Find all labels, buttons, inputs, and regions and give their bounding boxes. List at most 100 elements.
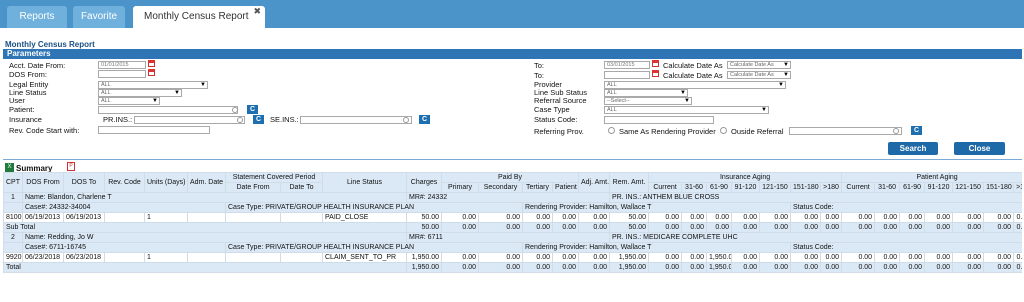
rem-cell: 1,950.00 [609,252,649,263]
rendering-provider: Rendering Provider: Hamilton, Wallace T [522,202,791,213]
patient-name: Name: Blandon, Charlene T [22,192,407,203]
adm-date-cell [187,212,226,223]
col-header-secondary: Secondary [478,182,523,193]
dos-to-cell: 06/23/2018 [63,252,105,263]
search-icon[interactable] [403,117,409,123]
ins-aging-col-header: 121-150 [759,182,791,193]
col-header-units: Units (Days) [144,172,188,193]
patient-clear-button[interactable]: C [247,105,258,114]
chevron-down-icon: ▼ [778,82,784,88]
status-code: Status Code: [789,202,1022,213]
calendar-icon[interactable] [652,60,659,67]
pat-aging-total-cell: 0.00 [874,262,901,273]
patient-input[interactable] [98,106,238,114]
patient-cell: 0.00 [552,252,579,263]
col-header-dos-to: DOS To [63,172,105,193]
chevron-down-icon: ▼ [680,90,686,96]
pat-aging-cell: 0.00 [1013,252,1022,263]
close-tab-icon[interactable]: ✖ [253,5,261,17]
tab-favorite[interactable]: Favorite [73,6,125,28]
search-icon[interactable] [232,107,238,113]
acct-date-from-input[interactable]: 01/01/2015 [98,61,146,69]
case-type-label: Case Type [534,105,570,114]
date-to-cell [280,212,323,223]
ins-aging-cell: 0.00 [819,252,843,263]
ins-aging-cell: 0.00 [706,212,732,223]
outside-referral-radio[interactable] [720,127,727,134]
col-header-dos-from: DOS From [22,172,64,193]
pat-aging-total-cell: 0.00 [924,222,954,233]
patient-name-row: 1 Name: Blandon, Charlene T MR#: 24332 PR. … [3,192,1022,203]
pr-ins-clear-button[interactable]: C [253,115,264,124]
charges-total-cell: 50.00 [406,222,442,233]
col-header-date-from: Date From [225,182,281,193]
dos-from-input[interactable] [98,70,146,78]
referring-provider-input[interactable] [789,127,902,135]
close-button[interactable]: Close [954,142,1005,155]
ins-aging-col-header: 151-180 [790,182,821,193]
to-label: To: [534,71,545,80]
col-header-rev-code: Rev. Code [104,172,145,193]
search-icon[interactable] [237,117,243,123]
col-header-rem-amt: Rem. Amt. [609,172,649,193]
rev-code-input[interactable] [98,126,210,134]
same-as-rendering-label: Same As Rendering Provider [619,127,716,136]
col-header-paid-by: Paid By [441,172,579,183]
line-status-select[interactable]: ALL ▼ [98,89,182,97]
calendar-icon[interactable] [652,70,659,77]
pat-aging-total-cell: 0.00 [899,222,926,233]
calculate-date-as-select[interactable]: Calculate Date As ▼ [727,61,791,69]
referring-prov-clear-button[interactable]: C [911,126,922,135]
pat-aging-cell: 0.00 [1013,212,1022,223]
tertiary-total-cell: 0.00 [522,222,553,233]
legal-entity-select[interactable]: ALL ▼ [98,81,208,89]
user-select[interactable]: ALL ▼ [98,97,160,105]
calculate-date-as-select[interactable]: Calculate Date As ▼ [727,71,791,79]
medical-record-number: MR#: 6711 [406,232,610,243]
provider-select[interactable]: ALL ▼ [604,81,786,89]
col-header-charges: Charges [406,172,442,193]
pdf-export-icon[interactable]: P [67,162,75,171]
pat-aging-total-cell: 0.00 [983,262,1015,273]
status-code-input[interactable] [604,116,714,124]
tertiary-total-cell: 0.00 [522,262,553,273]
ins-aging-total-cell: 0.00 [731,222,760,233]
search-icon[interactable] [893,128,899,134]
line-sub-status-value: ALL [607,90,617,96]
primary-insurance: PR. INS.: ANTHEM BLUE CROSS [608,192,1022,203]
case-type-select[interactable]: ALL ▼ [604,106,769,114]
table-row[interactable]: 8100206/19/201306/19/20131PAID_CLOSE50.0… [3,212,1022,223]
patient-name: Name: Redding, Jo W [22,232,407,243]
pat-aging-total-cell: 0.00 [841,222,876,233]
referral-source-select[interactable]: --Select-- ▼ [604,97,692,105]
referring-prov-label: Referring Prov. [534,127,584,136]
table-row[interactable]: 9920106/23/201806/23/20181CLAIM_SENT_TO_… [3,252,1022,263]
pat-aging-total-cell: 0.00 [983,222,1015,233]
se-ins-label: SE.INS.: [270,115,299,124]
status-code: Status Code: [789,242,1022,253]
se-ins-input[interactable] [300,116,412,124]
calendar-icon[interactable] [148,69,155,76]
calculate-date-as-label: Calculate Date As [663,71,723,80]
to-date-input[interactable]: 03/01/2015 [604,61,650,69]
pat-aging-total-cell: 0.00 [952,262,985,273]
to-date-input[interactable] [604,71,650,79]
user-label: User [9,96,25,105]
same-as-rendering-radio[interactable] [608,127,615,134]
se-ins-clear-button[interactable]: C [419,115,430,124]
line-sub-status-select[interactable]: ALL ▼ [604,89,688,97]
pat-aging-cell: 0.00 [983,252,1015,263]
tab-reports[interactable]: Reports [7,6,67,28]
pat-aging-col-header: 31-60 [874,182,901,193]
cpt-cell: 99201 [3,252,23,263]
cpt-cell: 81002 [3,212,23,223]
date-from-cell [225,212,281,223]
calendar-icon[interactable] [148,60,155,67]
ins-aging-cell: 0.00 [759,212,791,223]
excel-export-icon[interactable]: X [5,163,14,172]
pr-ins-input[interactable] [134,116,245,124]
line-status-cell: PAID_CLOSE [322,212,407,223]
search-button[interactable]: Search [888,142,938,155]
tab-monthly-census-report[interactable]: Monthly Census Report ✖ [133,6,265,28]
primary-total-cell: 0.00 [441,262,479,273]
